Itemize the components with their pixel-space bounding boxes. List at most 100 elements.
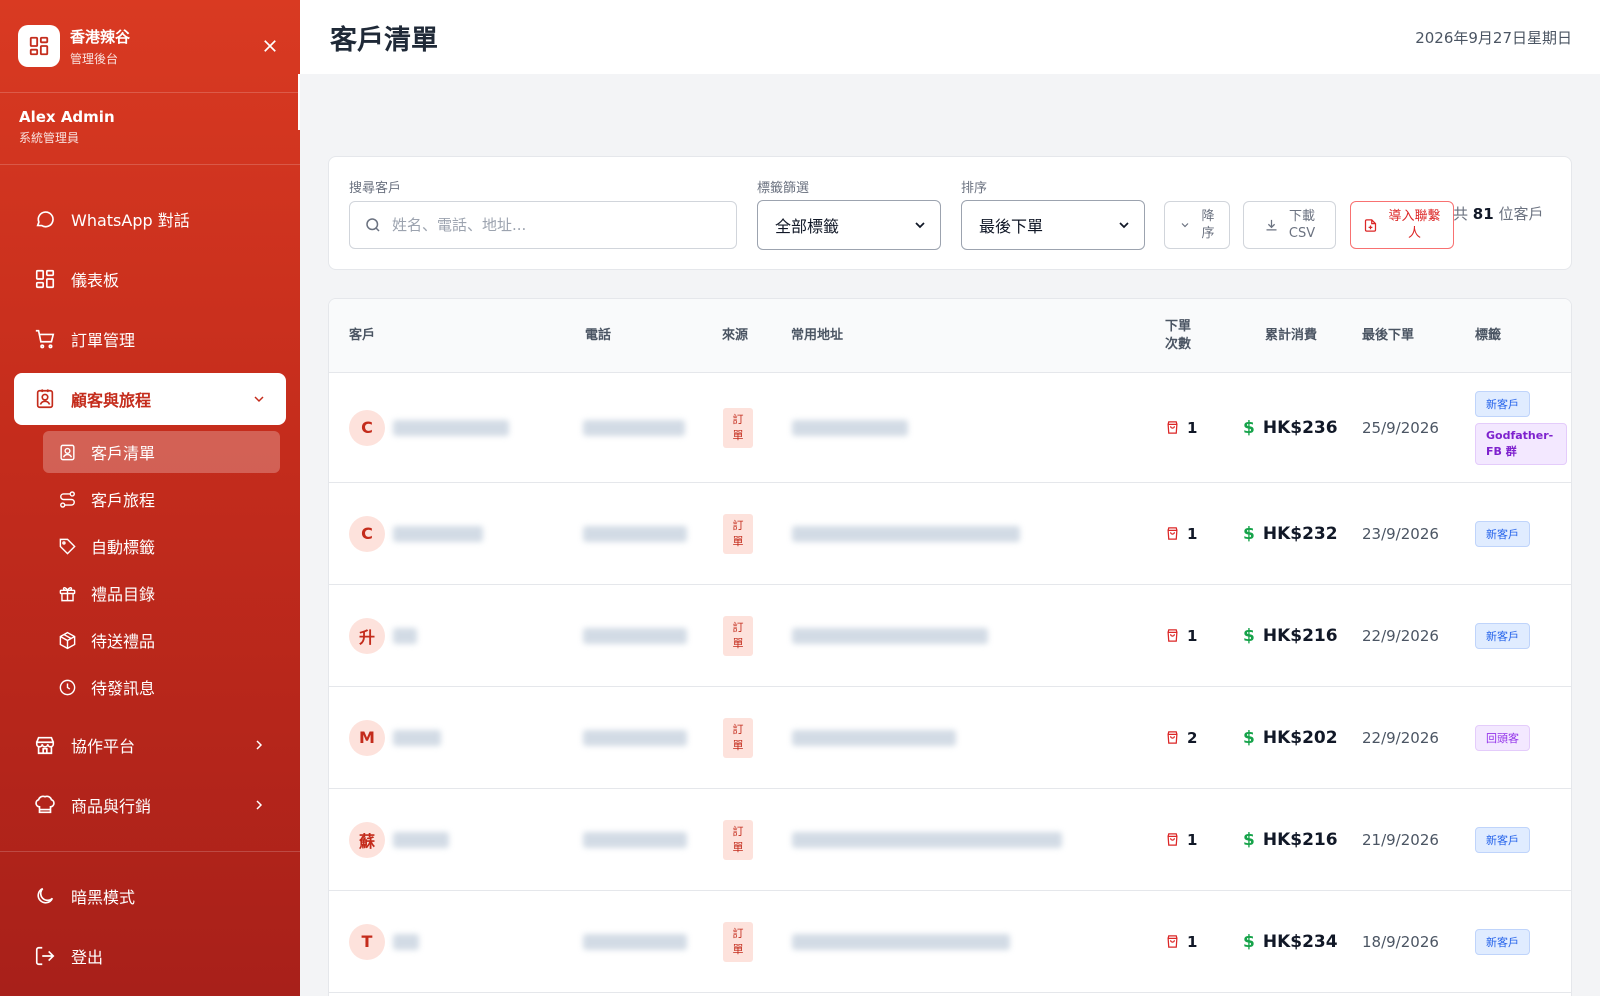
customer-count: 共 81 位客戶 — [1453, 203, 1553, 225]
order-count: 1 — [1187, 418, 1198, 437]
subnav-gift-catalog[interactable]: 禮品目錄 — [43, 572, 280, 614]
dollar-icon: $ — [1243, 931, 1255, 952]
table-row[interactable]: T 訂單 1 $ HK$234 18/9/2026 新客戶 — [329, 891, 1571, 993]
nav-customers-journey[interactable]: 顧客與旅程 — [14, 373, 286, 425]
download-csv-label-2: CSV — [1288, 226, 1316, 241]
sidebar-bottom: 暗黑模式 登出 — [0, 851, 300, 996]
tag-filter-select[interactable]: 全部標籤 — [757, 200, 941, 250]
col-tags[interactable]: 標籤 — [1475, 299, 1501, 373]
sidebar: 香港辣谷 管理後台 Alex Admin 系統管理員 WhatsApp 對話 儀… — [0, 0, 300, 996]
shopping-bag-icon — [1165, 730, 1180, 745]
shopping-bag-icon — [1165, 526, 1180, 541]
address-redacted — [792, 627, 988, 644]
subnav-pending-gifts[interactable]: 待送禮品 — [43, 619, 280, 661]
subnav-pending-messages-label: 待發訊息 — [91, 679, 156, 698]
nav-orders-label: 訂單管理 — [71, 331, 136, 350]
subnav-customer-list[interactable]: 客戶清單 — [43, 431, 280, 473]
col-orders[interactable]: 下單 次數 — [1165, 299, 1191, 373]
tag-icon — [57, 536, 77, 556]
shopping-bag-icon — [1165, 420, 1180, 435]
address-redacted — [792, 831, 1062, 848]
customer-name-redacted — [393, 831, 449, 848]
sort-desc-label-2: 序 — [1201, 226, 1215, 241]
subnav-gift-catalog-label: 禮品目錄 — [91, 585, 156, 604]
table-row[interactable]: 升 訂單 1 $ HK$216 22/9/2026 新客戶 — [329, 585, 1571, 687]
user-info: Alex Admin 系統管理員 — [0, 93, 300, 165]
table-row[interactable]: 蘇 訂單 1 $ HK$216 21/9/2026 新客戶 — [329, 789, 1571, 891]
moon-icon — [33, 884, 57, 908]
col-spent[interactable]: 累計消費 — [1265, 299, 1317, 373]
nav-dashboard[interactable]: 儀表板 — [0, 249, 300, 309]
close-icon — [264, 40, 276, 52]
route-icon — [57, 489, 77, 509]
col-last-order[interactable]: 最後下單 — [1362, 299, 1414, 373]
chevron-down-icon — [1116, 217, 1132, 233]
address-redacted — [792, 933, 1010, 950]
nav-products[interactable]: 商品與行銷 — [0, 775, 300, 835]
sort-label: 排序 — [961, 181, 988, 196]
subnav-pending-messages[interactable]: 待發訊息 — [43, 666, 280, 708]
nav-collab[interactable]: 協作平台 — [0, 715, 300, 775]
table-row[interactable]: M 訂單 2 $ HK$202 22/9/2026 回頭客 — [329, 687, 1571, 789]
search-input[interactable] — [392, 216, 712, 234]
source-badge: 訂單 — [723, 407, 753, 448]
address-redacted — [792, 729, 956, 746]
page-title: 客戶清單 — [330, 24, 438, 56]
order-count: 1 — [1187, 626, 1198, 645]
col-orders-line1: 下單 — [1165, 319, 1192, 334]
nav-whatsapp[interactable]: WhatsApp 對話 — [0, 189, 300, 249]
logout-label: 登出 — [71, 948, 104, 967]
import-contacts-label-1: 導入聯繫 — [1388, 209, 1441, 224]
customer-name-redacted — [393, 525, 483, 542]
source-badge: 訂單 — [723, 717, 753, 758]
nav-orders[interactable]: 訂單管理 — [0, 309, 300, 369]
col-phone[interactable]: 電話 — [585, 299, 611, 373]
sort-select[interactable]: 最後下單 — [961, 200, 1145, 250]
brand-header: 香港辣谷 管理後台 — [0, 0, 300, 93]
brand-subtitle: 管理後台 — [70, 51, 119, 66]
search-field[interactable] — [349, 201, 737, 249]
table-header: 客戶 電話 來源 常用地址 下單 次數 累計消費 最後下單 標籤 — [329, 299, 1571, 373]
address-redacted — [792, 419, 908, 436]
source-badge-line1: 訂 — [732, 620, 744, 634]
source-badge-line2: 單 — [732, 942, 744, 956]
dark-mode-toggle[interactable]: 暗黑模式 — [0, 866, 300, 926]
dashboard-logo-icon — [18, 25, 60, 67]
phone-redacted — [583, 419, 685, 436]
search-icon — [366, 218, 380, 232]
chat-bubble-icon — [33, 207, 57, 231]
source-badge: 訂單 — [723, 513, 753, 554]
source-badge-line2: 單 — [732, 428, 744, 442]
last-order-date: 22/9/2026 — [1362, 728, 1439, 747]
dark-mode-label: 暗黑模式 — [71, 888, 136, 907]
chevron-down-icon — [912, 217, 928, 233]
chevron-right-icon — [251, 737, 267, 753]
download-csv-button[interactable]: 下載 CSV — [1243, 201, 1336, 249]
table-row[interactable]: C 訂單 1 $ HK$236 25/9/2026 新客戶 Godfather-FB… — [329, 373, 1571, 483]
subnav-customer-journey[interactable]: 客戶旅程 — [43, 478, 280, 520]
header-edge — [298, 74, 300, 130]
subnav-auto-tags[interactable]: 自動標籤 — [43, 525, 280, 567]
address-redacted — [792, 525, 1020, 542]
total-spent: HK$216 — [1262, 625, 1338, 646]
tag-badge: 新客戶 — [1475, 826, 1530, 853]
col-customer[interactable]: 客戶 — [349, 299, 375, 373]
import-contacts-button[interactable]: 導入聯繫人 — [1350, 201, 1454, 249]
col-address[interactable]: 常用地址 — [791, 299, 843, 373]
customer-name-redacted — [393, 729, 441, 746]
dollar-icon: $ — [1243, 523, 1255, 544]
subnav-customer-list-label: 客戶清單 — [91, 444, 156, 463]
close-sidebar-button[interactable] — [258, 34, 282, 58]
table-row[interactable]: C 訂單 1 $ HK$232 23/9/2026 新客戶 — [329, 483, 1571, 585]
sort-desc-button[interactable]: 降序 — [1164, 201, 1230, 249]
shopping-bag-icon — [1165, 628, 1180, 643]
customers-subnav: 客戶清單 客戶旅程 自動標籤 禮品目錄 待送禮品 待發訊息 — [0, 429, 300, 715]
logout-button[interactable]: 登出 — [0, 926, 300, 986]
source-badge: 訂單 — [723, 921, 753, 962]
col-source[interactable]: 來源 — [722, 299, 748, 373]
store-icon — [33, 733, 57, 757]
header-date: 2026年9月27日星期日 — [1415, 28, 1572, 47]
avatar: M — [349, 719, 385, 756]
logout-icon — [33, 944, 57, 968]
order-count: 2 — [1187, 728, 1198, 747]
